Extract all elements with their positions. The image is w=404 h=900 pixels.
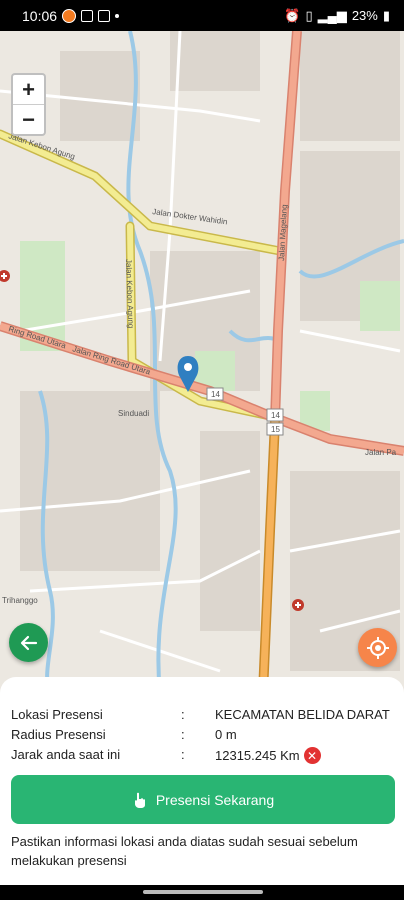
map-label-trihanggo: Trihanggo [2,596,38,605]
bag-icon [98,9,111,22]
hospital-icon [0,270,10,282]
svg-text:14: 14 [211,390,220,399]
status-bar: 10:06 ⏰ ▯ ▂▄▆ 23% ▮ [0,0,404,31]
presensi-button-label: Presensi Sekarang [155,791,275,808]
row-separator: : [181,707,185,722]
map-label-jalan-pa: Jalan Pa [365,448,397,457]
info-row-distance: Jarak anda saat ini : 12315.245 Km ✕ [11,747,401,764]
route-shield-15: 15 [266,422,284,436]
hospital-icon [292,599,304,611]
home-handle[interactable] [143,890,263,894]
battery-percent: 23% [351,8,378,23]
distance-value: 12315.245 Km [215,748,300,763]
arrow-left-icon [20,635,37,650]
map-label-sinduadi: Sinduadi [118,409,149,418]
row-separator: : [181,727,185,742]
presensi-sekarang-button[interactable]: Presensi Sekarang [11,775,395,824]
map-label-magelang: Jalan Magelang [277,204,289,261]
info-row-location: Lokasi Presensi : KECAMATAN BELIDA DARAT [11,707,401,722]
close-circle-icon: ✕ [303,747,321,764]
hand-pointer-icon [134,792,145,808]
zoom-in-button[interactable]: + [13,75,44,105]
back-button[interactable] [9,623,48,662]
route-shield-14b: 14 [266,408,284,422]
gallery-icon [81,9,94,22]
route-shield-14a: 14 [206,387,224,401]
more-notifications-icon [115,13,120,18]
battery-icon: ▮ [382,7,390,23]
row-label: Radius Presensi [11,727,106,742]
info-row-radius: Radius Presensi : 0 m [11,727,401,742]
crosshair-icon [366,636,389,659]
vibrate-icon: ▯ [305,7,313,23]
svg-text:15: 15 [271,425,280,434]
row-value: KECAMATAN BELIDA DARAT [215,707,390,722]
signal-icon: ▂▄▆ [317,7,347,23]
row-label: Lokasi Presensi [11,707,103,722]
status-time: 10:06 [22,7,58,24]
map-label-kebon-agung-vertical: Jalan Kebon Agung [124,259,135,329]
svg-text:14: 14 [271,411,280,420]
alarm-icon: ⏰ [284,7,301,23]
map-view[interactable]: Jalan Kebon Agung Jalan Dokter Wahidin J… [0,31,404,693]
row-separator: : [181,747,185,762]
my-location-button[interactable] [358,628,397,667]
map-canvas: Jalan Kebon Agung Jalan Dokter Wahidin J… [0,31,404,693]
row-label: Jarak anda saat ini [11,747,121,762]
app-notification-icon [62,8,77,23]
info-text: Pastikan informasi lokasi anda diatas su… [11,834,358,868]
row-value: 0 m [215,727,237,742]
zoom-control: + − [11,73,46,136]
map-label-dokter-wahidin: Jalan Dokter Wahidin [152,207,228,226]
zoom-out-button[interactable]: − [13,105,44,134]
row-value-wrap: 12315.245 Km ✕ [215,747,401,764]
